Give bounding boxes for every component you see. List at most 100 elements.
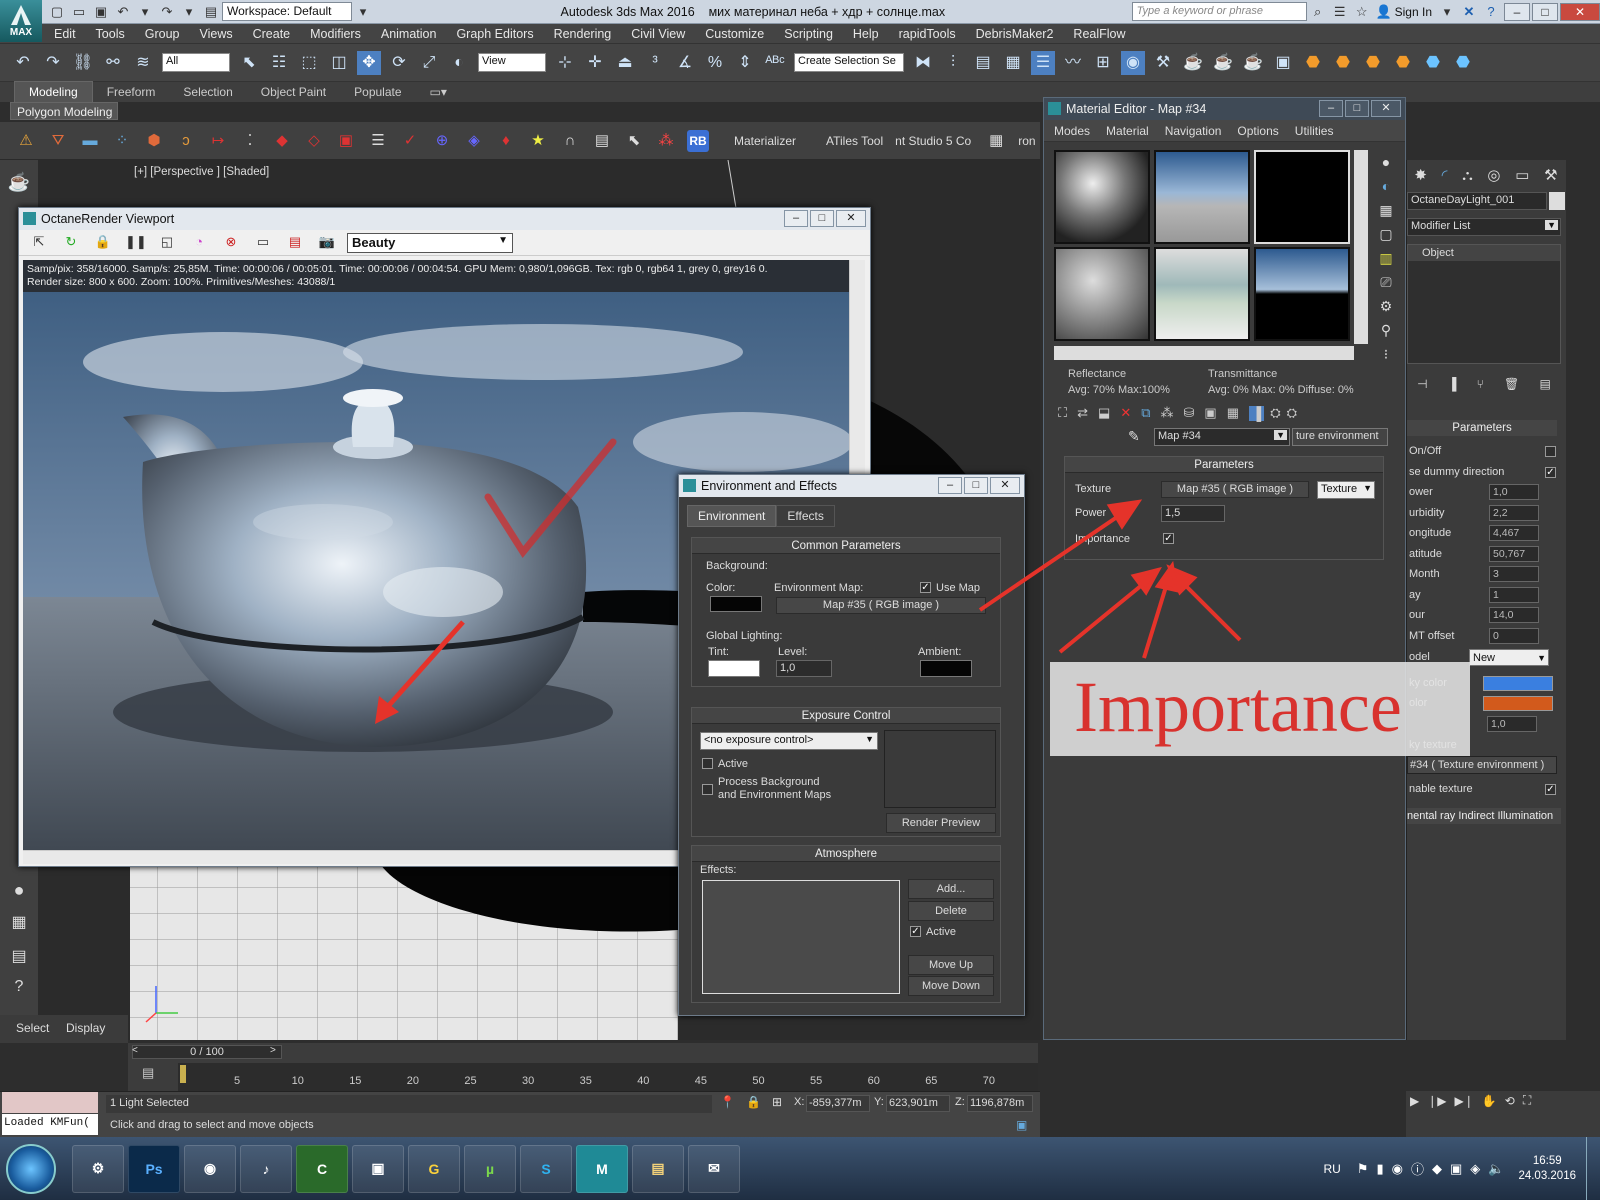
sphere-icon[interactable]: ● — [6, 880, 32, 902]
viewport-status-icon[interactable]: ▣ — [1016, 1118, 1027, 1132]
taskbar-app-5[interactable]: C — [296, 1144, 348, 1193]
mated-menu-options[interactable]: Options — [1229, 120, 1286, 142]
color-dots-icon[interactable]: ⁂ — [655, 130, 677, 152]
menu-civil-view[interactable]: Civil View — [621, 24, 695, 44]
next-frame-icon[interactable]: ❘▶ — [1427, 1094, 1446, 1108]
fragment-icon[interactable]: ⬢ — [143, 130, 165, 152]
put-to-scene-icon[interactable]: ⇄ — [1077, 405, 1088, 421]
material-slot-4[interactable] — [1054, 247, 1150, 341]
go-forward-sibling-icon[interactable]: ⛭ — [1287, 405, 1297, 421]
pivot-center-icon[interactable]: ⊹ — [553, 51, 577, 75]
hierarchy-tab-icon[interactable]: ⛬ — [1462, 167, 1473, 184]
arrow-tool-icon[interactable]: ↦ — [207, 130, 229, 152]
video-color-check-icon[interactable]: ▥ — [1374, 246, 1398, 270]
make-preview-icon[interactable]: ⎚ — [1374, 270, 1398, 294]
spinner-snap-icon[interactable]: ⇕ — [733, 51, 757, 75]
remove-modifier-icon[interactable]: 🗑 — [1504, 377, 1519, 391]
cmd-param-spinner[interactable]: 0 — [1489, 627, 1539, 644]
mated-menu-utilities[interactable]: Utilities — [1287, 120, 1342, 142]
app-logo[interactable]: MAX — [0, 0, 42, 42]
mated-menu-material[interactable]: Material — [1098, 120, 1157, 142]
time-slider[interactable]: 0 / 100 — [132, 1045, 282, 1059]
cmd-param-spinner[interactable]: 4,467 — [1489, 525, 1539, 541]
edit-named-sets-icon[interactable]: ᴬᴮᶜ — [763, 51, 787, 75]
tint-color-swatch[interactable] — [708, 660, 760, 677]
grid-diamond-icon[interactable]: ◈ — [463, 130, 485, 152]
plugin-icon-1[interactable]: ⬣ — [1301, 51, 1325, 75]
map-name-field[interactable]: Map #34 ▼ — [1154, 428, 1290, 446]
tab-freeform[interactable]: Freeform — [93, 82, 170, 102]
language-indicator[interactable]: RU — [1323, 1162, 1340, 1176]
taskbar-3dsmax[interactable]: M — [576, 1144, 628, 1193]
mated-title-bar[interactable]: Material Editor - Map #34 – □ ✕ — [1044, 98, 1405, 120]
camera-icon[interactable]: 📷 — [317, 234, 337, 252]
menu-animation[interactable]: Animation — [371, 24, 447, 44]
octane-close-button[interactable]: ✕ — [836, 210, 866, 227]
material-navigator-icon[interactable]: ⁝ — [1374, 342, 1398, 366]
tray-info-icon[interactable]: ⓘ — [1411, 1159, 1424, 1178]
clock[interactable]: 16:59 24.03.2016 — [1518, 1154, 1576, 1184]
snaps-toggle-icon[interactable]: ³ — [643, 51, 667, 75]
angle-snap-icon[interactable]: ∡ — [673, 51, 697, 75]
cmd-param-checkbox[interactable]: ✓ — [1545, 466, 1556, 478]
named-selection-set-select[interactable]: Create Selection Se — [794, 53, 904, 72]
align-icon[interactable]: ⫶ — [941, 51, 965, 75]
tray-app-icon-3[interactable]: ▣ — [1450, 1161, 1462, 1177]
toggle-ribbon-icon[interactable]: ▦ — [1001, 51, 1025, 75]
ruler-icon[interactable]: ▬ — [79, 130, 101, 152]
cmd-param-spinner[interactable]: 1 — [1489, 586, 1539, 603]
menu-edit[interactable]: Edit — [44, 24, 86, 44]
model-select[interactable]: New ▼ — [1469, 649, 1549, 666]
configure-sets-icon[interactable]: ▤ — [1540, 377, 1551, 391]
render-online-icon[interactable]: ▣ — [1271, 51, 1295, 75]
cmd-param-checkbox[interactable] — [1545, 446, 1556, 457]
exposure-active-checkbox[interactable] — [702, 758, 713, 769]
track-bar[interactable]: 5 10 15 20 25 30 35 40 45 50 55 60 65 70 — [178, 1063, 1038, 1091]
reset-map-icon[interactable]: ✕ — [1120, 405, 1131, 421]
atmosphere-title[interactable]: Atmosphere — [692, 846, 1000, 862]
selection-filter-select[interactable]: All — [162, 53, 230, 72]
y-coordinate-field[interactable]: 623,901m — [886, 1095, 950, 1112]
redo-icon[interactable]: ↷ — [41, 51, 65, 75]
communication-icon[interactable]: ☰ — [1331, 4, 1349, 20]
show-end-result-stack-icon[interactable]: ▐ — [1448, 377, 1457, 391]
mated-maximize-button[interactable]: □ — [1345, 100, 1369, 117]
redo-dropdown-icon[interactable]: ▾ — [180, 4, 198, 20]
sign-in-link[interactable]: Sign In — [1395, 5, 1432, 19]
modifier-stack-object[interactable]: Object — [1408, 245, 1560, 261]
color-picker-icon[interactable]: ◔ — [189, 234, 209, 252]
curve-tool-icon[interactable]: ↄ — [175, 130, 197, 152]
env-close-button[interactable]: ✕ — [990, 477, 1020, 494]
select-object-icon[interactable]: ⬉ — [237, 51, 261, 75]
film-icon[interactable]: ▤ — [285, 234, 305, 252]
maximize-viewport-icon[interactable]: ⛶ — [1523, 1093, 1531, 1108]
bone-tool-icon[interactable]: ⚠ — [15, 130, 37, 152]
move-up-button[interactable]: Move Up — [908, 955, 994, 975]
materializer-button[interactable]: Materializer — [734, 134, 796, 148]
plugin-icon-3[interactable]: ⬣ — [1361, 51, 1385, 75]
search-icon[interactable]: ⌕ — [1309, 4, 1327, 20]
effect-active-checkbox[interactable]: ✓ — [910, 926, 921, 937]
schematic-view-icon[interactable]: ⊞ — [1091, 51, 1115, 75]
material-id-icon[interactable]: ▣ — [1204, 405, 1216, 421]
menu-realflow[interactable]: RealFlow — [1063, 24, 1135, 44]
render-setup-icon[interactable]: ⚒ — [1151, 51, 1175, 75]
move-down-button[interactable]: Move Down — [908, 976, 994, 996]
help-icon[interactable]: ? — [1482, 4, 1500, 20]
viewport-label[interactable]: [+] [Perspective ] [Shaded] — [134, 166, 269, 178]
scene-manager-icon[interactable]: ▦ — [6, 912, 32, 934]
power-spinner[interactable]: 1,5 — [1161, 505, 1225, 522]
mated-menu-modes[interactable]: Modes — [1046, 120, 1098, 142]
extra-spinner[interactable]: 1,0 — [1487, 716, 1537, 732]
cube-outline-icon[interactable]: ◇ — [303, 130, 325, 152]
project-icon[interactable]: ▤ — [202, 4, 220, 20]
taskbar-photoshop[interactable]: Ps — [128, 1144, 180, 1193]
tab-selection[interactable]: Selection — [169, 82, 246, 102]
select-tab[interactable]: Select — [16, 1021, 49, 1035]
rendered-frame-icon[interactable]: ☕ — [1181, 51, 1205, 75]
teapot-icon[interactable]: ☕ — [6, 172, 32, 194]
menu-views[interactable]: Views — [189, 24, 242, 44]
redo-icon[interactable]: ↷ — [158, 4, 176, 20]
tab-object-paint[interactable]: Object Paint — [247, 82, 340, 102]
menu-modifiers[interactable]: Modifiers — [300, 24, 371, 44]
